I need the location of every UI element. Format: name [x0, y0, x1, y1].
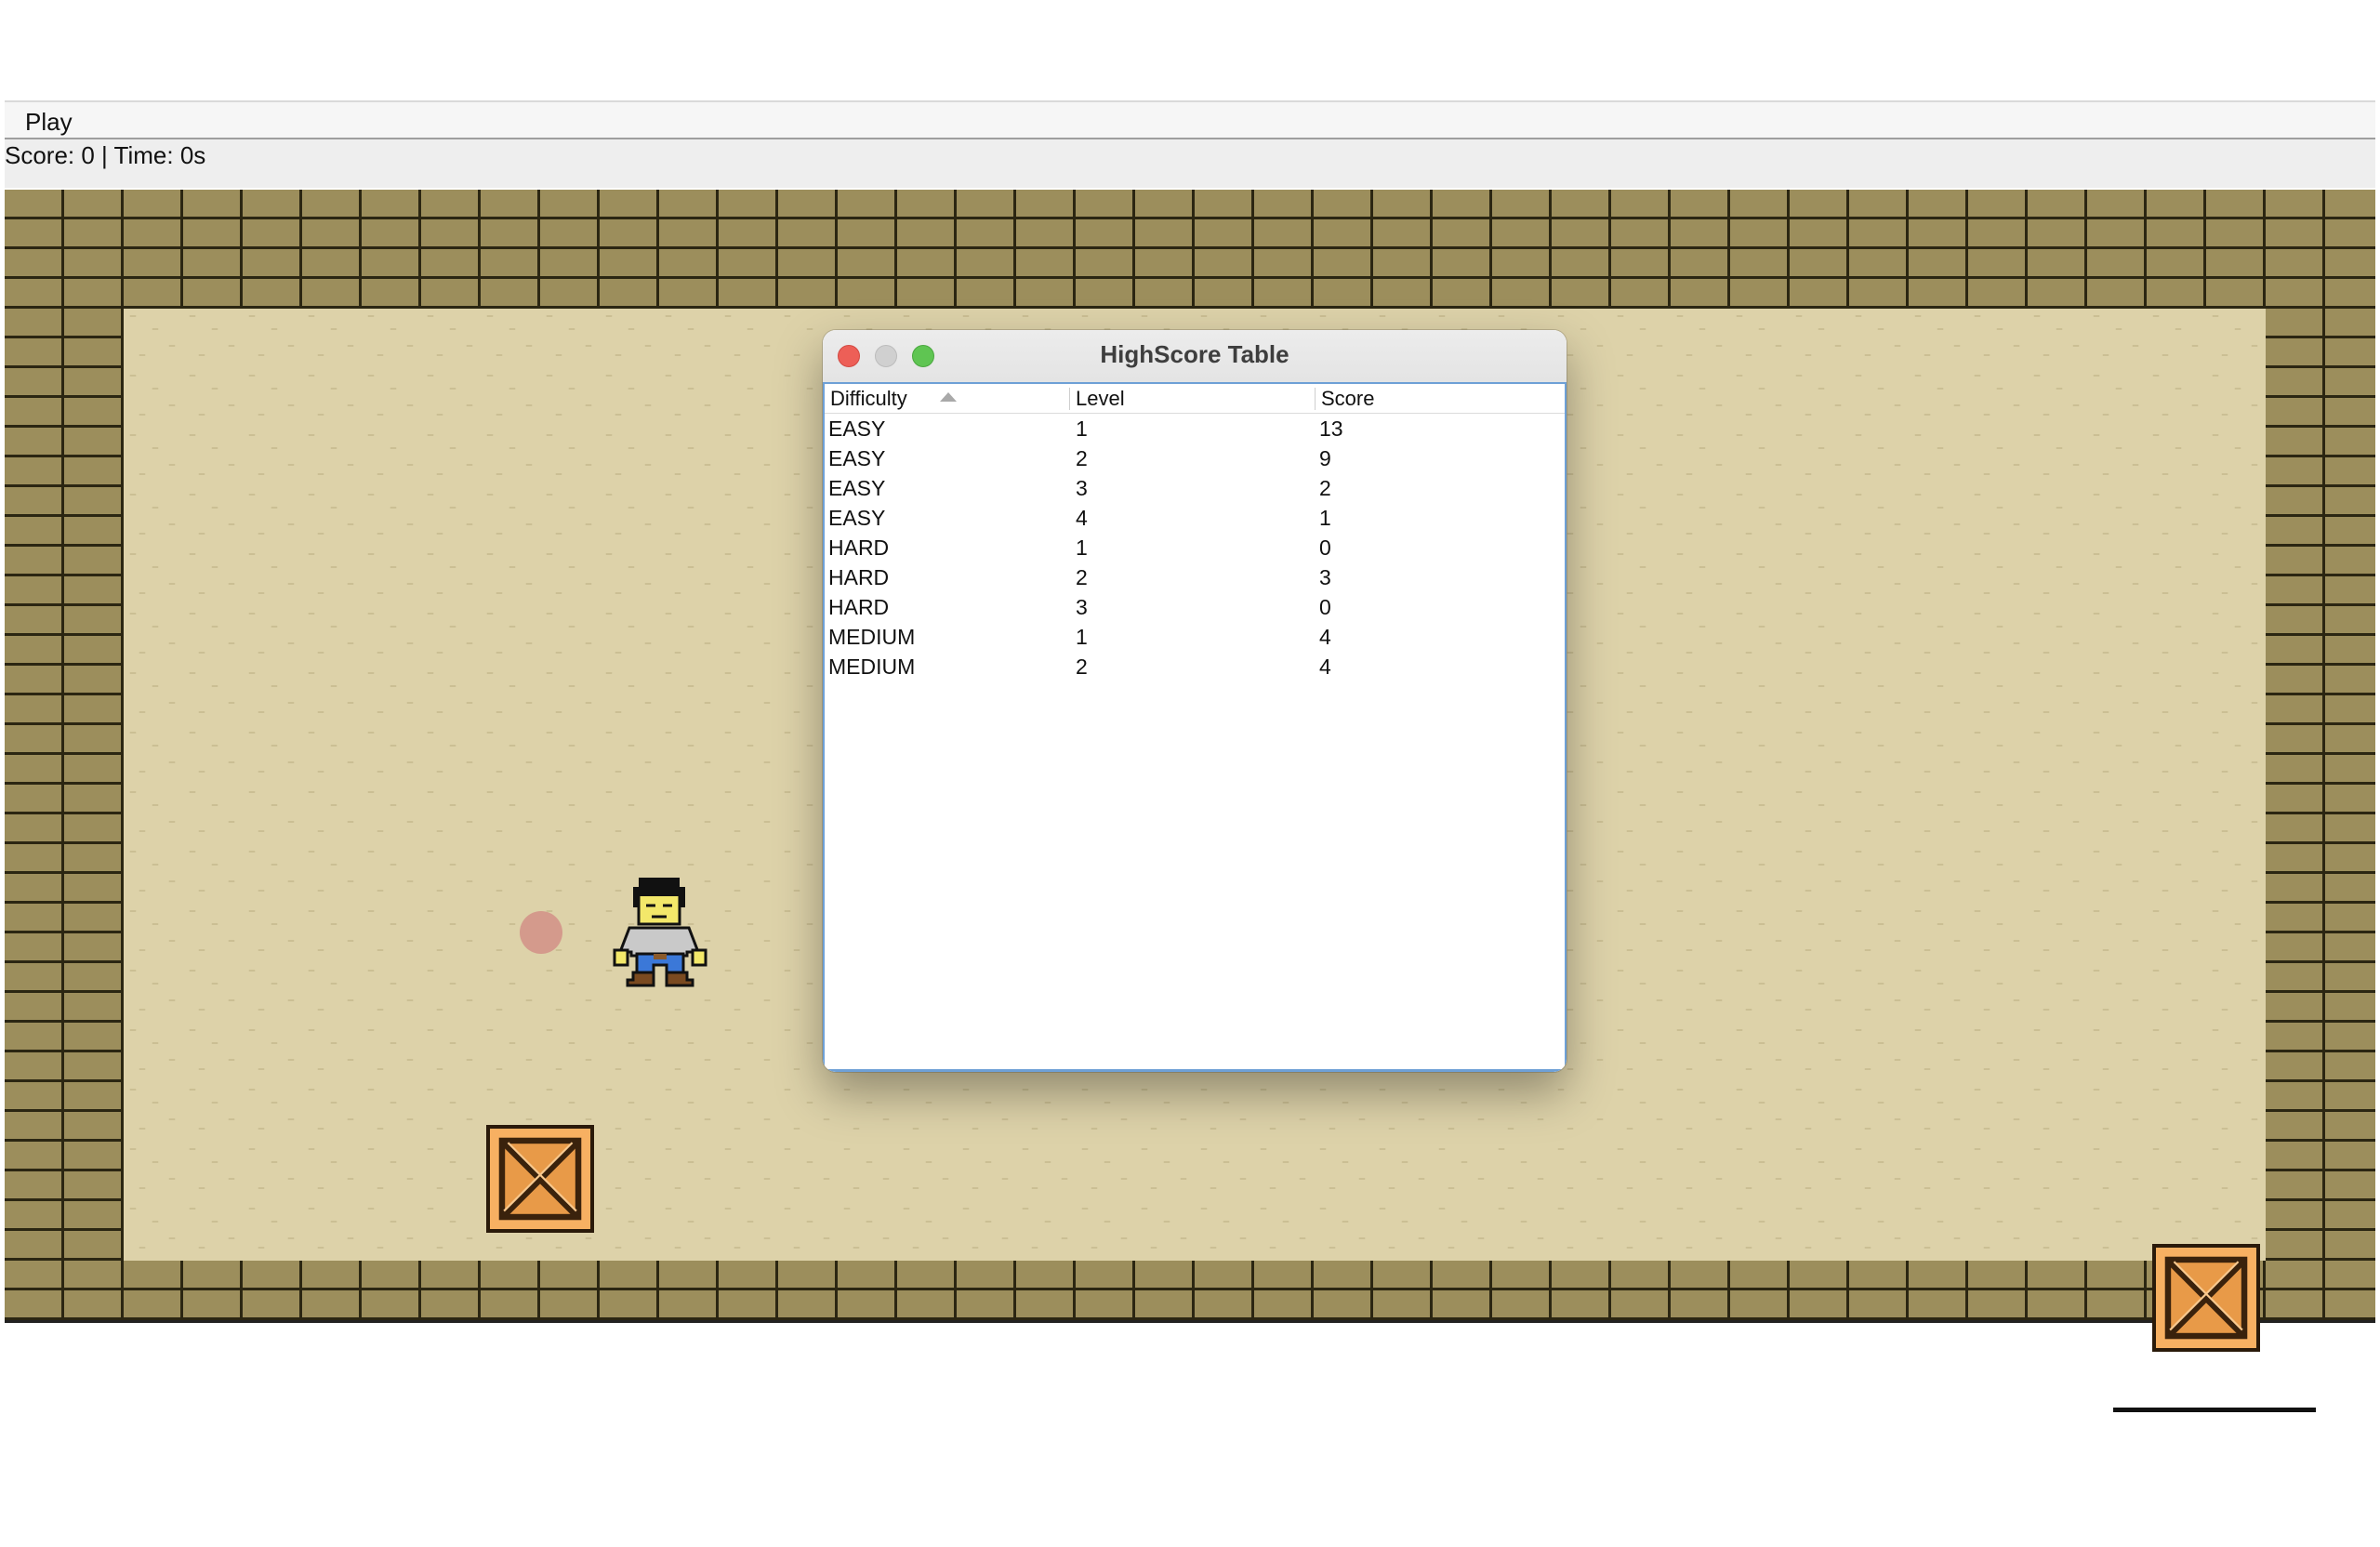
cell-difficulty: HARD: [828, 536, 890, 560]
column-header-difficulty[interactable]: Difficulty: [825, 386, 1069, 414]
sort-ascending-icon: [940, 392, 957, 402]
cell-score: 13: [1319, 416, 1343, 441]
cell-level: 2: [1076, 565, 1088, 589]
cell-score: 9: [1319, 446, 1331, 470]
cell-level: 4: [1076, 506, 1088, 530]
table-row[interactable]: EASY 2 9: [825, 443, 1565, 473]
cell-difficulty: HARD: [828, 565, 890, 589]
cell-level: 1: [1076, 536, 1088, 560]
player-sprite-icon: [609, 872, 711, 993]
cell-level: 1: [1076, 416, 1088, 441]
menu-play[interactable]: Play: [21, 108, 76, 137]
column-header-score[interactable]: Score: [1316, 386, 1565, 414]
goal-dot-icon: [520, 911, 562, 954]
highscore-dialog: HighScore Table Difficulty Level Score E…: [823, 330, 1567, 1072]
column-header-label: Score: [1321, 387, 1375, 410]
highscore-table: Difficulty Level Score EASY 1 13 EASY 2 9 EASY…: [823, 382, 1567, 1072]
status-bar: Score: 0 | Time: 0s: [5, 139, 2375, 188]
cell-score: 4: [1319, 625, 1331, 649]
cell-level: 1: [1076, 625, 1088, 649]
table-header: Difficulty Level Score: [825, 382, 1565, 414]
table-row[interactable]: EASY 1 13: [825, 414, 1565, 443]
cell-difficulty: EASY: [828, 416, 886, 441]
cell-difficulty: MEDIUM: [828, 654, 916, 679]
cell-difficulty: EASY: [828, 506, 886, 530]
table-row[interactable]: EASY 3 2: [825, 473, 1565, 503]
table-row[interactable]: HARD 2 3: [825, 562, 1565, 592]
cell-difficulty: EASY: [828, 476, 886, 500]
dialog-titlebar[interactable]: HighScore Table: [823, 330, 1567, 383]
column-header-level[interactable]: Level: [1070, 386, 1315, 414]
cell-difficulty: MEDIUM: [828, 625, 916, 649]
cell-difficulty: HARD: [828, 595, 890, 619]
table-row[interactable]: HARD 1 0: [825, 533, 1565, 562]
table-row[interactable]: HARD 3 0: [825, 592, 1565, 622]
cell-difficulty: EASY: [828, 446, 886, 470]
cell-score: 3: [1319, 565, 1331, 589]
cell-score: 1: [1319, 506, 1331, 530]
table-body: EASY 1 13 EASY 2 9 EASY 3 2 EASY 4 1 HARD 1 0 HARD 2 3 HAR…: [825, 414, 1565, 681]
cell-score: 0: [1319, 595, 1331, 619]
table-row[interactable]: MEDIUM 2 4: [825, 652, 1565, 681]
score-time-label: Score: 0 | Time: 0s: [5, 141, 206, 169]
cell-score: 0: [1319, 536, 1331, 560]
column-header-label: Level: [1076, 387, 1125, 410]
cell-score: 2: [1319, 476, 1331, 500]
table-row[interactable]: MEDIUM 1 4: [825, 622, 1565, 652]
table-row[interactable]: EASY 4 1: [825, 503, 1565, 533]
crate-icon: [2152, 1244, 2260, 1352]
cell-level: 2: [1076, 654, 1088, 679]
dialog-title: HighScore Table: [1100, 340, 1289, 368]
column-header-label: Difficulty: [830, 387, 907, 410]
cell-level: 3: [1076, 595, 1088, 619]
menu-bar: Play: [5, 100, 2375, 139]
cell-level: 2: [1076, 446, 1088, 470]
cell-score: 4: [1319, 654, 1331, 679]
wall-shadow: [2113, 1408, 2316, 1412]
cell-level: 3: [1076, 476, 1088, 500]
crate-icon: [486, 1125, 594, 1233]
